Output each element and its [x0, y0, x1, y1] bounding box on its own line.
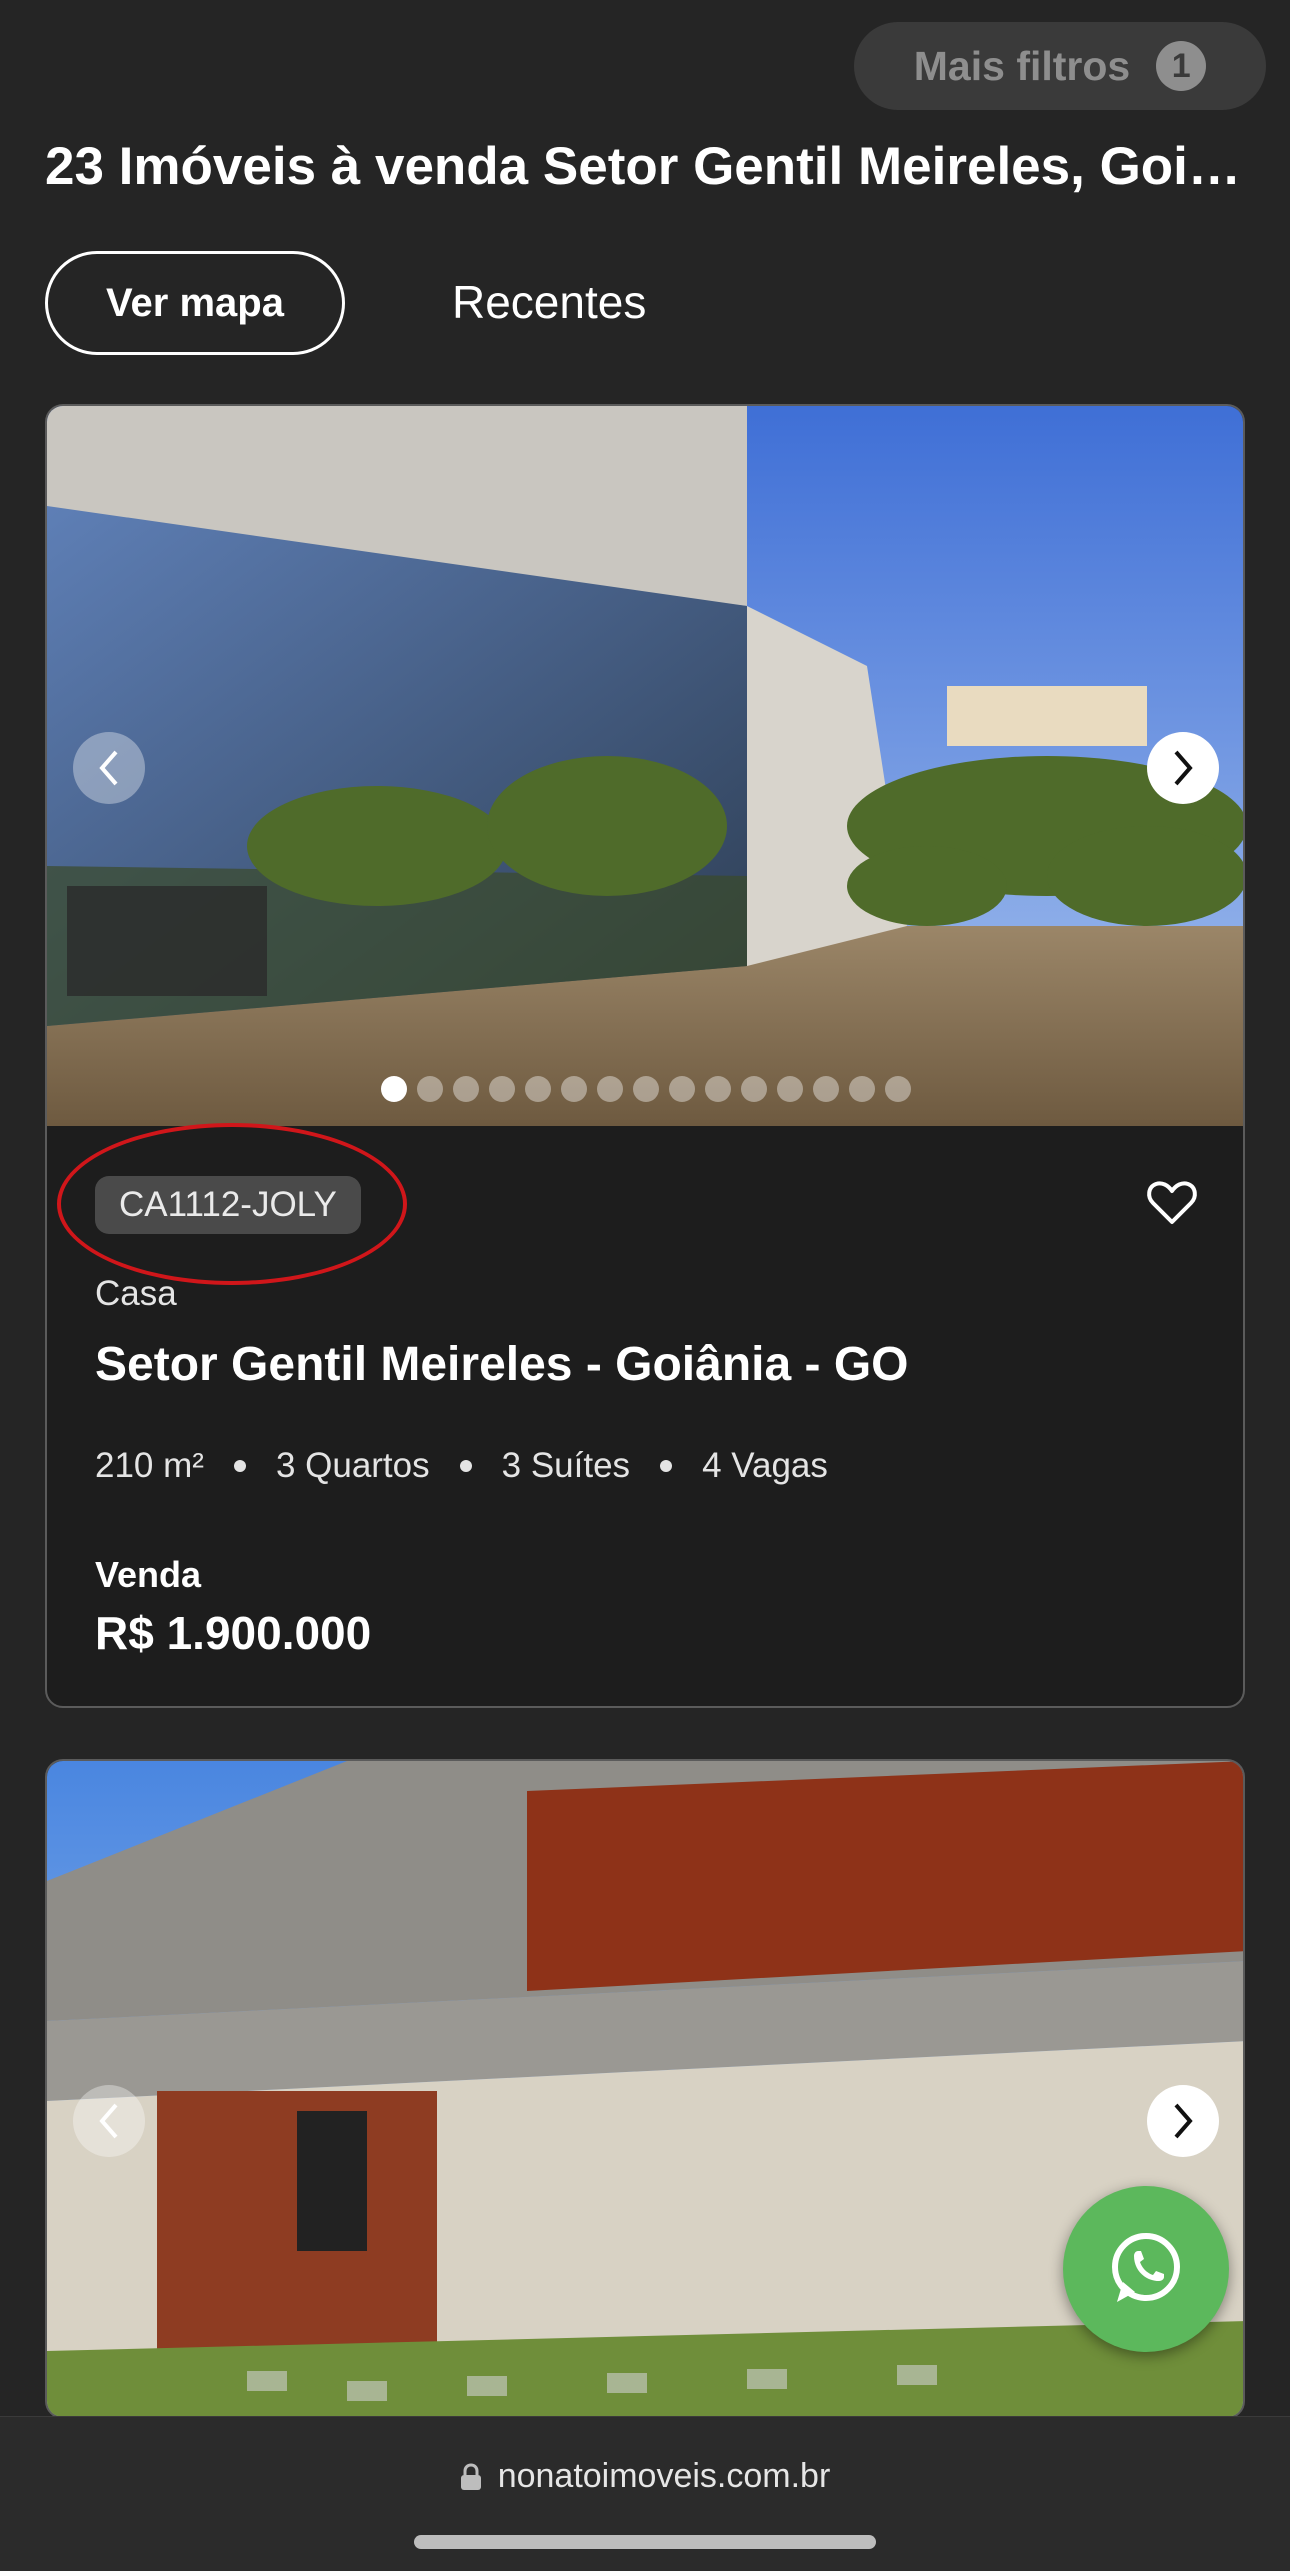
pagination-dot[interactable] [669, 1076, 695, 1102]
feature-separator [459, 1460, 472, 1472]
url-text: nonatoimoveis.com.br [497, 2457, 831, 2495]
browser-bottom-bar: nonatoimoveis.com.br [0, 2416, 1290, 2571]
pagination-dot[interactable] [849, 1076, 875, 1102]
pagination-dot[interactable] [633, 1076, 659, 1102]
filters-count-badge: 1 [1156, 41, 1207, 91]
photo-prev-button[interactable] [73, 2085, 145, 2157]
pagination-dot[interactable] [525, 1076, 551, 1102]
sort-dropdown[interactable]: Recentes [452, 275, 646, 329]
pagination-dot[interactable] [381, 1076, 407, 1102]
chevron-right-icon [1174, 750, 1193, 786]
pagination-dot[interactable] [417, 1076, 443, 1102]
pagination-dot[interactable] [741, 1076, 767, 1102]
more-filters-label: Mais filtros [913, 42, 1131, 89]
property-type: Casa [95, 1274, 177, 1313]
pagination-dot[interactable] [561, 1076, 587, 1102]
listing-code-badge: CA1112-JOLY [95, 1176, 361, 1234]
pagination-dot[interactable] [453, 1076, 479, 1102]
listing-photo[interactable] [47, 406, 1243, 1126]
photo-next-button[interactable] [1147, 2085, 1219, 2157]
pagination-dot[interactable] [813, 1076, 839, 1102]
view-map-button[interactable]: Ver mapa [45, 251, 345, 355]
feature-suites: 3 Suítes [501, 1446, 631, 1485]
photo-pagination [381, 1076, 911, 1102]
property-location: Setor Gentil Meireles - Goiânia - GO [95, 1338, 909, 1391]
page-title: 23 Imóveis à venda Setor Gentil Meireles… [45, 137, 1255, 196]
home-indicator[interactable] [414, 2535, 876, 2549]
pagination-dot[interactable] [489, 1076, 515, 1102]
photo-prev-button[interactable] [73, 732, 145, 804]
lock-icon [460, 2462, 481, 2490]
chevron-right-icon [1174, 2103, 1193, 2139]
feature-separator [660, 1460, 673, 1472]
feature-parking: 4 Vagas [702, 1446, 828, 1485]
chevron-left-icon [99, 2103, 118, 2139]
pagination-dot[interactable] [705, 1076, 731, 1102]
price-label: Venda [95, 1554, 202, 1595]
feature-bedrooms: 3 Quartos [275, 1446, 430, 1485]
property-features: 210 m² 3 Quartos 3 Suítes 4 Vagas [95, 1446, 828, 1486]
price-value: R$ 1.900.000 [95, 1607, 372, 1659]
whatsapp-button[interactable] [1063, 2186, 1229, 2352]
pagination-dot[interactable] [885, 1076, 911, 1102]
pagination-dot[interactable] [597, 1076, 623, 1102]
photo-next-button[interactable] [1147, 732, 1219, 804]
more-filters-button[interactable]: Mais filtros 1 [854, 22, 1266, 110]
whatsapp-icon [1112, 2233, 1180, 2302]
feature-separator [233, 1460, 246, 1472]
listing-card[interactable] [45, 1759, 1245, 2419]
heart-icon[interactable] [1145, 1176, 1199, 1230]
feature-area: 210 m² [95, 1446, 204, 1485]
pagination-dot[interactable] [777, 1076, 803, 1102]
listing-card[interactable]: CA1112-JOLY Casa Setor Gentil Meireles -… [45, 404, 1245, 1708]
listing-photo[interactable] [47, 1761, 1243, 2417]
chevron-left-icon [99, 750, 118, 786]
address-bar[interactable]: nonatoimoveis.com.br [0, 2457, 1290, 2496]
